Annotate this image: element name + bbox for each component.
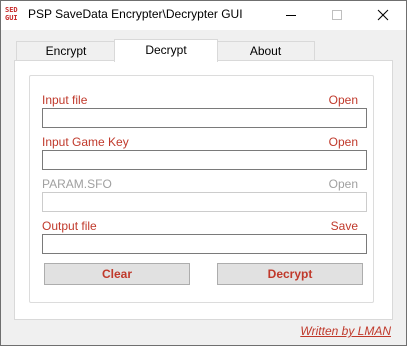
maximize-button[interactable] bbox=[315, 1, 361, 30]
tab-about[interactable]: About bbox=[216, 41, 315, 60]
param-sfo-label: PARAM.SFO bbox=[42, 177, 112, 191]
output-file-label: Output file bbox=[42, 219, 97, 233]
close-button[interactable] bbox=[361, 1, 406, 30]
credit-link[interactable]: Written by LMAN bbox=[300, 324, 391, 338]
app-icon-line-2: GUI bbox=[5, 14, 18, 22]
input-file-open-link[interactable]: Open bbox=[329, 93, 358, 107]
param-sfo-open-link: Open bbox=[328, 177, 358, 191]
app-window: SED GUI PSP SaveData Encrypter\Decrypter… bbox=[0, 0, 407, 346]
tab-decrypt[interactable]: Decrypt bbox=[114, 39, 218, 62]
app-icon-line-1: SED bbox=[5, 6, 18, 14]
game-key-open-link[interactable]: Open bbox=[329, 135, 358, 149]
window-title: PSP SaveData Encrypter\Decrypter GUI bbox=[28, 7, 243, 21]
app-icon: SED GUI bbox=[5, 6, 21, 24]
tab-strip: Encrypt Decrypt About bbox=[1, 30, 406, 62]
title-bar[interactable]: SED GUI PSP SaveData Encrypter\Decrypter… bbox=[1, 1, 406, 30]
input-file-field[interactable] bbox=[42, 108, 367, 128]
clear-button[interactable]: Clear bbox=[44, 263, 190, 285]
tab-encrypt[interactable]: Encrypt bbox=[16, 41, 116, 60]
input-file-label: Input file bbox=[42, 93, 88, 107]
game-key-label: Input Game Key bbox=[42, 135, 129, 149]
param-sfo-field bbox=[42, 192, 367, 212]
decrypt-button[interactable]: Decrypt bbox=[217, 263, 363, 285]
output-file-save-link[interactable]: Save bbox=[331, 219, 358, 233]
minimize-button[interactable] bbox=[269, 1, 315, 30]
game-key-field[interactable] bbox=[42, 150, 367, 170]
maximize-icon bbox=[332, 10, 342, 20]
minimize-icon bbox=[286, 15, 296, 16]
output-file-field[interactable] bbox=[42, 234, 367, 254]
close-icon bbox=[377, 9, 389, 21]
